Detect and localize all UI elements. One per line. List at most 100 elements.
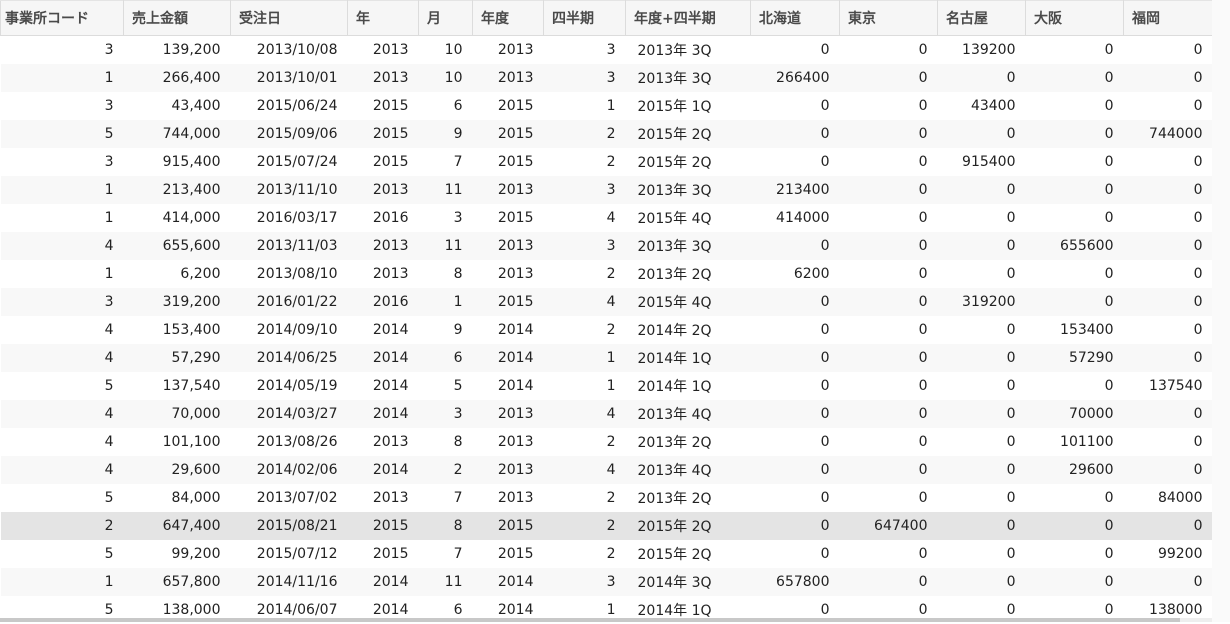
office-code-cell[interactable]: 1 bbox=[1, 176, 124, 204]
fukuoka-cell[interactable]: 0 bbox=[1124, 344, 1213, 372]
fukuoka-cell[interactable]: 0 bbox=[1124, 260, 1213, 288]
nagoya-cell[interactable]: 0 bbox=[938, 456, 1026, 484]
tokyo-cell[interactable]: 0 bbox=[840, 372, 938, 400]
month-cell[interactable]: 5 bbox=[419, 372, 473, 400]
order-date-cell[interactable]: 2014/03/27 bbox=[231, 400, 348, 428]
quarter-cell[interactable]: 1 bbox=[544, 372, 626, 400]
osaka-cell[interactable]: 57290 bbox=[1026, 344, 1124, 372]
nagoya-cell[interactable]: 139200 bbox=[938, 36, 1026, 65]
fiscal-year-cell[interactable]: 2013 bbox=[473, 260, 544, 288]
order-date-cell[interactable]: 2014/02/06 bbox=[231, 456, 348, 484]
column-header-fiscal-year[interactable]: 年度 bbox=[473, 1, 544, 36]
osaka-cell[interactable]: 153400 bbox=[1026, 316, 1124, 344]
table-row[interactable]: 1414,0002016/03/1720163201542015年 4Q4140… bbox=[1, 204, 1213, 232]
nagoya-cell[interactable]: 0 bbox=[938, 540, 1026, 568]
tokyo-cell[interactable]: 0 bbox=[840, 232, 938, 260]
sales-amount-cell[interactable]: 266,400 bbox=[124, 64, 231, 92]
table-row[interactable]: 1657,8002014/11/16201411201432014年 3Q657… bbox=[1, 568, 1213, 596]
month-cell[interactable]: 3 bbox=[419, 204, 473, 232]
table-row[interactable]: 4153,4002014/09/1020149201422014年 2Q0001… bbox=[1, 316, 1213, 344]
office-code-cell[interactable]: 3 bbox=[1, 92, 124, 120]
sales-amount-cell[interactable]: 99,200 bbox=[124, 540, 231, 568]
fiscal-year-cell[interactable]: 2015 bbox=[473, 204, 544, 232]
order-date-cell[interactable]: 2015/08/21 bbox=[231, 512, 348, 540]
fiscal-year-quarter-cell[interactable]: 2015年 2Q bbox=[626, 540, 751, 568]
order-date-cell[interactable]: 2015/06/24 bbox=[231, 92, 348, 120]
column-header-fukuoka[interactable]: 福岡 bbox=[1124, 1, 1213, 36]
hokkaido-cell[interactable]: 6200 bbox=[751, 260, 840, 288]
year-cell[interactable]: 2015 bbox=[348, 512, 419, 540]
quarter-cell[interactable]: 2 bbox=[544, 428, 626, 456]
month-cell[interactable]: 8 bbox=[419, 428, 473, 456]
hokkaido-cell[interactable]: 0 bbox=[751, 120, 840, 148]
month-cell[interactable]: 6 bbox=[419, 344, 473, 372]
order-date-cell[interactable]: 2014/06/25 bbox=[231, 344, 348, 372]
table-row[interactable]: 5137,5402014/05/1920145201412014年 1Q0000… bbox=[1, 372, 1213, 400]
osaka-cell[interactable]: 70000 bbox=[1026, 400, 1124, 428]
office-code-cell[interactable]: 5 bbox=[1, 540, 124, 568]
order-date-cell[interactable]: 2013/11/10 bbox=[231, 176, 348, 204]
tokyo-cell[interactable]: 0 bbox=[840, 484, 938, 512]
sales-amount-cell[interactable]: 153,400 bbox=[124, 316, 231, 344]
fiscal-year-quarter-cell[interactable]: 2013年 2Q bbox=[626, 484, 751, 512]
office-code-cell[interactable]: 3 bbox=[1, 148, 124, 176]
fukuoka-cell[interactable]: 0 bbox=[1124, 204, 1213, 232]
tokyo-cell[interactable]: 0 bbox=[840, 428, 938, 456]
hokkaido-cell[interactable]: 0 bbox=[751, 344, 840, 372]
tokyo-cell[interactable]: 0 bbox=[840, 288, 938, 316]
sales-amount-cell[interactable]: 137,540 bbox=[124, 372, 231, 400]
column-header-nagoya[interactable]: 名古屋 bbox=[938, 1, 1026, 36]
fukuoka-cell[interactable]: 0 bbox=[1124, 568, 1213, 596]
office-code-cell[interactable]: 4 bbox=[1, 232, 124, 260]
vertical-scrollbar[interactable] bbox=[1212, 0, 1230, 622]
sales-amount-cell[interactable]: 43,400 bbox=[124, 92, 231, 120]
tokyo-cell[interactable]: 0 bbox=[840, 148, 938, 176]
month-cell[interactable]: 11 bbox=[419, 176, 473, 204]
year-cell[interactable]: 2014 bbox=[348, 456, 419, 484]
osaka-cell[interactable]: 0 bbox=[1026, 288, 1124, 316]
quarter-cell[interactable]: 4 bbox=[544, 400, 626, 428]
fiscal-year-cell[interactable]: 2014 bbox=[473, 568, 544, 596]
osaka-cell[interactable]: 29600 bbox=[1026, 456, 1124, 484]
year-cell[interactable]: 2014 bbox=[348, 344, 419, 372]
fukuoka-cell[interactable]: 0 bbox=[1124, 456, 1213, 484]
month-cell[interactable]: 9 bbox=[419, 316, 473, 344]
year-cell[interactable]: 2013 bbox=[348, 232, 419, 260]
year-cell[interactable]: 2013 bbox=[348, 260, 419, 288]
year-cell[interactable]: 2014 bbox=[348, 568, 419, 596]
office-code-cell[interactable]: 3 bbox=[1, 288, 124, 316]
column-header-hokkaido[interactable]: 北海道 bbox=[751, 1, 840, 36]
fiscal-year-cell[interactable]: 2013 bbox=[473, 36, 544, 65]
sales-amount-cell[interactable]: 915,400 bbox=[124, 148, 231, 176]
fukuoka-cell[interactable]: 0 bbox=[1124, 512, 1213, 540]
nagoya-cell[interactable]: 0 bbox=[938, 400, 1026, 428]
quarter-cell[interactable]: 2 bbox=[544, 484, 626, 512]
table-row[interactable]: 5744,0002015/09/0620159201522015年 2Q0000… bbox=[1, 120, 1213, 148]
office-code-cell[interactable]: 1 bbox=[1, 204, 124, 232]
order-date-cell[interactable]: 2015/07/12 bbox=[231, 540, 348, 568]
order-date-cell[interactable]: 2014/09/10 bbox=[231, 316, 348, 344]
year-cell[interactable]: 2015 bbox=[348, 92, 419, 120]
quarter-cell[interactable]: 3 bbox=[544, 36, 626, 65]
hokkaido-cell[interactable]: 0 bbox=[751, 232, 840, 260]
sales-amount-cell[interactable]: 139,200 bbox=[124, 36, 231, 65]
sales-amount-cell[interactable]: 655,600 bbox=[124, 232, 231, 260]
fiscal-year-cell[interactable]: 2014 bbox=[473, 344, 544, 372]
osaka-cell[interactable]: 101100 bbox=[1026, 428, 1124, 456]
column-header-office-code[interactable]: 事業所コード bbox=[1, 1, 124, 36]
fukuoka-cell[interactable]: 0 bbox=[1124, 176, 1213, 204]
sales-amount-cell[interactable]: 744,000 bbox=[124, 120, 231, 148]
fiscal-year-cell[interactable]: 2013 bbox=[473, 400, 544, 428]
table-row[interactable]: 1266,4002013/10/01201310201332013年 3Q266… bbox=[1, 64, 1213, 92]
table-row[interactable]: 429,6002014/02/0620142201342013年 4Q00029… bbox=[1, 456, 1213, 484]
fukuoka-cell[interactable]: 0 bbox=[1124, 400, 1213, 428]
table-row[interactable]: 599,2002015/07/1220157201522015年 2Q00009… bbox=[1, 540, 1213, 568]
fiscal-year-quarter-cell[interactable]: 2015年 4Q bbox=[626, 288, 751, 316]
tokyo-cell[interactable]: 0 bbox=[840, 456, 938, 484]
quarter-cell[interactable]: 4 bbox=[544, 204, 626, 232]
fiscal-year-cell[interactable]: 2015 bbox=[473, 540, 544, 568]
column-header-tokyo[interactable]: 東京 bbox=[840, 1, 938, 36]
quarter-cell[interactable]: 1 bbox=[544, 92, 626, 120]
table-row[interactable]: 3319,2002016/01/2220161201542015年 4Q0031… bbox=[1, 288, 1213, 316]
fiscal-year-quarter-cell[interactable]: 2013年 2Q bbox=[626, 428, 751, 456]
